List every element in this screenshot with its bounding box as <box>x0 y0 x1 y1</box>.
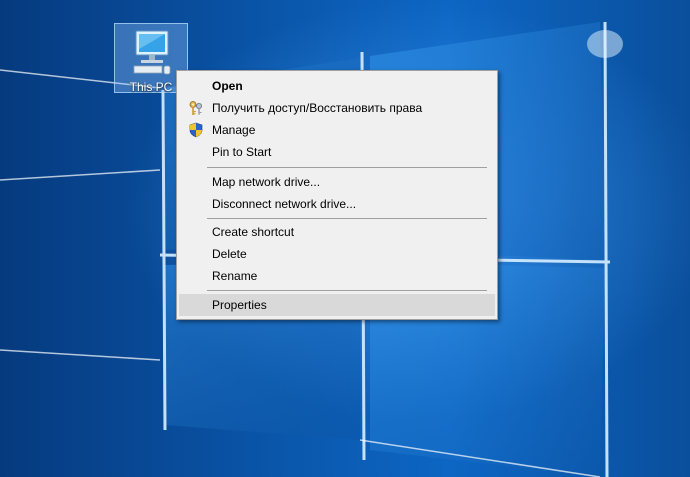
menu-item-disconnect-network-drive[interactable]: Disconnect network drive... <box>179 193 495 215</box>
menu-item-label: Open <box>212 79 243 93</box>
menu-item-label: Pin to Start <box>212 145 272 159</box>
context-menu: Open Получить доступ/Восстановить права <box>176 70 498 320</box>
desktop[interactable]: This PC Open Получить доступ/Восстановит… <box>0 0 690 477</box>
menu-item-take-ownership[interactable]: Получить доступ/Восстановить права <box>179 97 495 119</box>
menu-item-label: Получить доступ/Восстановить права <box>212 101 423 115</box>
menu-item-open[interactable]: Open <box>179 75 495 97</box>
menu-item-label: Disconnect network drive... <box>212 197 357 211</box>
menu-item-label: Delete <box>212 247 247 261</box>
menu-item-create-shortcut[interactable]: Create shortcut <box>179 221 495 243</box>
menu-item-pin-to-start[interactable]: Pin to Start <box>179 141 495 163</box>
computer-icon <box>133 30 171 75</box>
menu-item-map-network-drive[interactable]: Map network drive... <box>179 171 495 193</box>
menu-item-rename[interactable]: Rename <box>179 265 495 287</box>
menu-item-delete[interactable]: Delete <box>179 243 495 265</box>
menu-item-label: Map network drive... <box>212 175 321 189</box>
menu-item-label: Properties <box>212 298 267 312</box>
menu-item-label: Create shortcut <box>212 225 295 239</box>
uac-shield-icon <box>189 122 203 138</box>
menu-separator <box>207 218 487 219</box>
menu-item-label: Manage <box>212 123 256 137</box>
menu-separator <box>207 167 487 168</box>
menu-item-manage[interactable]: Manage <box>179 119 495 141</box>
menu-item-label: Rename <box>212 269 258 283</box>
menu-separator <box>207 290 487 291</box>
menu-item-properties[interactable]: Properties <box>179 294 495 316</box>
keys-icon <box>189 101 202 115</box>
